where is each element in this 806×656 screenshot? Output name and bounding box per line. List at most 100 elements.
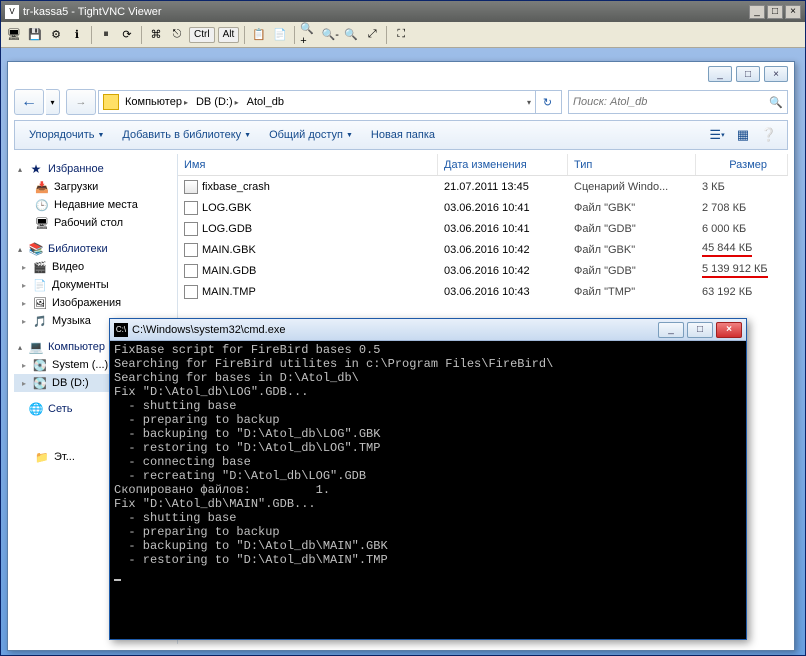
tree-item-video[interactable]: ▸🎬Видео — [14, 258, 177, 276]
file-type: Файл "GBK" — [568, 202, 696, 214]
file-icon — [184, 264, 198, 278]
add-library-menu[interactable]: Добавить в библиотеку▼ — [114, 125, 259, 145]
ctrl-toggle[interactable]: Ctrl — [189, 27, 215, 43]
help-button[interactable]: ❔ — [757, 124, 781, 146]
cmd-close-button[interactable]: × — [716, 322, 742, 338]
file-list-header[interactable]: Имя Дата изменения Тип Размер — [178, 154, 788, 176]
file-icon — [184, 243, 198, 257]
file-date: 03.06.2016 10:42 — [438, 244, 568, 256]
search-input[interactable] — [573, 96, 769, 108]
back-history-chevron[interactable]: ▾ — [46, 89, 60, 115]
file-name: MAIN.TMP — [202, 286, 256, 298]
transfer-icon[interactable]: 📋 — [250, 26, 268, 44]
tree-item-desktop[interactable]: 🖥Рабочий стол — [14, 214, 177, 232]
file-row[interactable]: MAIN.GDB03.06.2016 10:42Файл "GDB"5 139 … — [178, 260, 788, 281]
vnc-close-button[interactable]: × — [785, 5, 801, 19]
cmd-maximize-button[interactable]: □ — [687, 322, 713, 338]
file-name: fixbase_crash — [202, 181, 270, 193]
documents-icon: 📄 — [32, 278, 48, 292]
tree-item-documents[interactable]: ▸📄Документы — [14, 276, 177, 294]
cmd-titlebar[interactable]: C:\ C:\Windows\system32\cmd.exe _ □ × — [110, 319, 746, 341]
new-connection-icon[interactable]: 🖥 — [5, 26, 23, 44]
remote-desktop: _ □ × ← ▾ → Компьютер▸ DB (D:)▸ Atol_db … — [1, 48, 805, 655]
preview-pane-button[interactable]: ▦ — [731, 124, 755, 146]
breadcrumb-dropdown[interactable]: ▾ — [523, 98, 535, 107]
explorer-maximize-button[interactable]: □ — [736, 66, 760, 82]
back-button[interactable]: ← — [14, 89, 44, 115]
zoom-100-icon[interactable]: 🔍 — [342, 26, 360, 44]
file-row[interactable]: LOG.GBK03.06.2016 10:41Файл "GBK"2 708 К… — [178, 197, 788, 218]
zoom-auto-icon[interactable]: ⤢ — [363, 26, 381, 44]
cmd-minimize-button[interactable]: _ — [658, 322, 684, 338]
file-row[interactable]: MAIN.TMP03.06.2016 10:43Файл "TMP"63 192… — [178, 281, 788, 302]
transfer2-icon[interactable]: 📄 — [271, 26, 289, 44]
search-icon[interactable]: 🔍 — [769, 96, 783, 109]
view-mode-button[interactable]: ☰▾ — [705, 124, 729, 146]
video-icon: 🎬 — [32, 260, 48, 274]
tree-item-pictures[interactable]: ▸🖼Изображения — [14, 294, 177, 312]
alt-toggle[interactable]: Alt — [218, 27, 240, 43]
vnc-titlebar[interactable]: V tr-kassa5 - TightVNC Viewer _ □ × — [1, 1, 805, 22]
cmd-output[interactable]: FixBase script for FireBird bases 0.5 Se… — [110, 341, 746, 639]
refresh-icon[interactable]: ⟳ — [118, 26, 136, 44]
file-date: 03.06.2016 10:42 — [438, 265, 568, 277]
file-size: 3 КБ — [696, 181, 788, 193]
music-icon: 🎵 — [32, 314, 48, 328]
breadcrumb[interactable]: Компьютер▸ DB (D:)▸ Atol_db ▾ ↻ — [98, 90, 562, 114]
explorer-command-bar: Упорядочить▼ Добавить в библиотеку▼ Общи… — [14, 120, 788, 150]
share-menu[interactable]: Общий доступ▼ — [261, 125, 361, 145]
forward-button[interactable]: → — [66, 89, 96, 115]
column-date[interactable]: Дата изменения — [438, 154, 568, 175]
ctrl-esc-icon[interactable]: ⎋ — [168, 26, 186, 44]
vnc-maximize-button[interactable]: □ — [767, 5, 783, 19]
cad-icon[interactable]: ⌘ — [147, 26, 165, 44]
breadcrumb-seg[interactable]: Atol_db — [243, 96, 288, 108]
column-name[interactable]: Имя — [178, 154, 438, 175]
tree-item-recent[interactable]: 🕒Недавние места — [14, 196, 177, 214]
tree-item-downloads[interactable]: 📥Загрузки — [14, 178, 177, 196]
column-size[interactable]: Размер — [696, 154, 788, 175]
pictures-icon: 🖼 — [32, 296, 48, 310]
organize-menu[interactable]: Упорядочить▼ — [21, 125, 112, 145]
vnc-minimize-button[interactable]: _ — [749, 5, 765, 19]
file-row[interactable]: MAIN.GBK03.06.2016 10:42Файл "GBK"45 844… — [178, 239, 788, 260]
file-type: Файл "TMP" — [568, 286, 696, 298]
explorer-nav: ← ▾ → Компьютер▸ DB (D:)▸ Atol_db ▾ ↻ 🔍 — [14, 88, 788, 116]
search-box[interactable]: 🔍 — [568, 90, 788, 114]
file-type: Файл "GDB" — [568, 265, 696, 277]
file-date: 03.06.2016 10:43 — [438, 286, 568, 298]
vnc-toolbar: 🖥 💾 ⚙ ℹ ⏸ ⟳ ⌘ ⎋ Ctrl Alt 📋 📄 🔍+ 🔍- 🔍 ⤢ ⛶ — [1, 22, 805, 48]
explorer-close-button[interactable]: × — [764, 66, 788, 82]
vnc-title-text: tr-kassa5 - TightVNC Viewer — [23, 6, 749, 18]
zoom-in-icon[interactable]: 🔍+ — [300, 26, 318, 44]
save-icon[interactable]: 💾 — [26, 26, 44, 44]
file-name: LOG.GDB — [202, 223, 252, 235]
drive-icon — [103, 94, 119, 110]
separator — [244, 26, 245, 44]
new-folder-button[interactable]: Новая папка — [363, 125, 443, 145]
separator — [141, 26, 142, 44]
breadcrumb-seg[interactable]: DB (D:)▸ — [192, 96, 243, 108]
refresh-icon[interactable]: ↻ — [535, 90, 559, 114]
download-icon: 📥 — [34, 180, 50, 194]
separator — [294, 26, 295, 44]
breadcrumb-seg[interactable]: Компьютер▸ — [121, 96, 192, 108]
file-row[interactable]: LOG.GDB03.06.2016 10:41Файл "GDB"6 000 К… — [178, 218, 788, 239]
recent-icon: 🕒 — [34, 198, 50, 212]
vnc-app-icon: V — [5, 5, 19, 19]
explorer-minimize-button[interactable]: _ — [708, 66, 732, 82]
fullscreen-icon[interactable]: ⛶ — [392, 26, 410, 44]
info-icon[interactable]: ℹ — [68, 26, 86, 44]
cmd-icon: C:\ — [114, 323, 128, 337]
file-name: MAIN.GBK — [202, 244, 256, 256]
file-row[interactable]: fixbase_crash21.07.2011 13:45Сценарий Wi… — [178, 176, 788, 197]
options-icon[interactable]: ⚙ — [47, 26, 65, 44]
file-icon — [184, 222, 198, 236]
file-date: 03.06.2016 10:41 — [438, 223, 568, 235]
column-type[interactable]: Тип — [568, 154, 696, 175]
zoom-out-icon[interactable]: 🔍- — [321, 26, 339, 44]
pause-icon[interactable]: ⏸ — [97, 26, 115, 44]
star-icon: ★ — [28, 162, 44, 176]
tree-favorites[interactable]: ▴★Избранное — [14, 160, 177, 178]
tree-libraries[interactable]: ▴📚Библиотеки — [14, 240, 177, 258]
